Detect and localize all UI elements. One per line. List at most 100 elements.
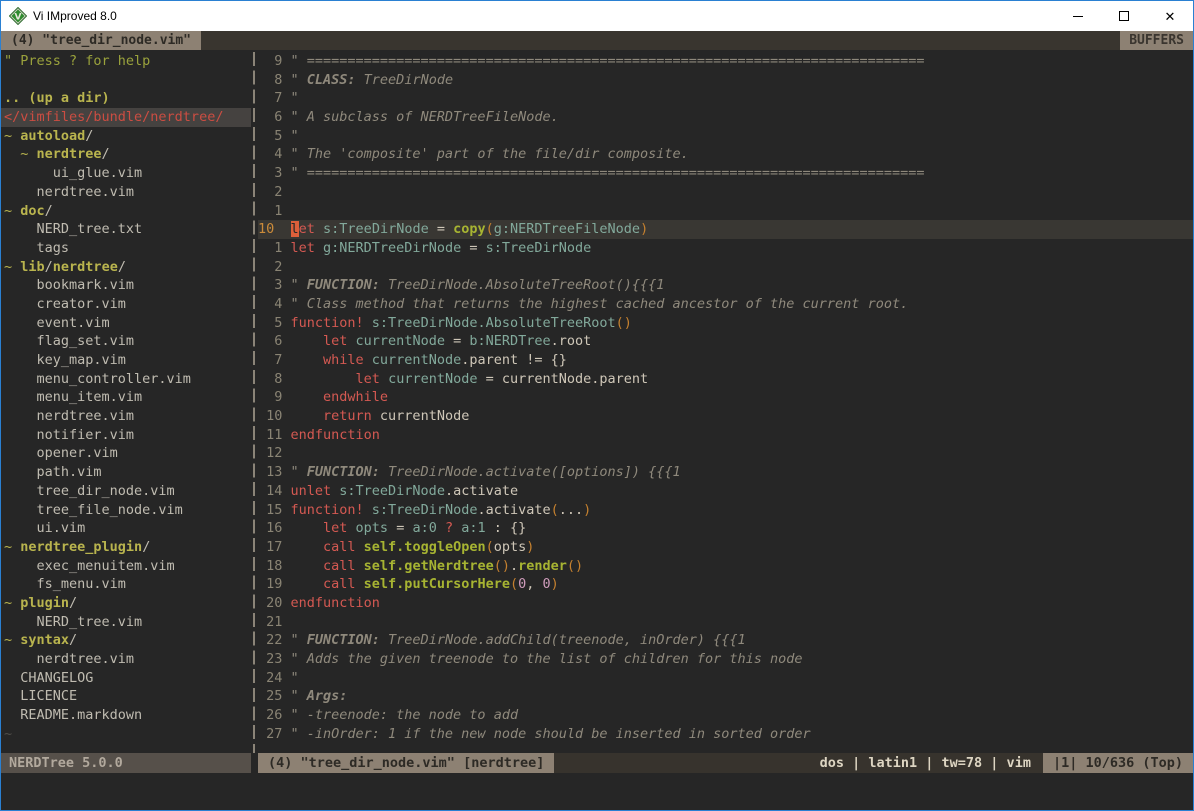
code-line[interactable]: 2 xyxy=(258,258,1193,277)
tree-item[interactable]: nerdtree.vim xyxy=(1,183,251,202)
tree-item[interactable]: bookmark.vim xyxy=(1,276,251,295)
code-line[interactable]: 17 call self.toggleOpen(opts) xyxy=(258,538,1193,557)
tree-item[interactable]: ~ syntax/ xyxy=(1,631,251,650)
code-line[interactable]: 1 xyxy=(258,202,1193,221)
code-line[interactable]: 2 xyxy=(258,183,1193,202)
code-line[interactable]: 5" xyxy=(258,127,1193,146)
tree-item[interactable]: NERD_tree.vim xyxy=(1,613,251,632)
tree-item[interactable]: event.vim xyxy=(1,314,251,333)
code-line[interactable]: 5function! s:TreeDirNode.AbsoluteTreeRoo… xyxy=(258,314,1193,333)
code-line[interactable]: 1let g:NERDTreeDirNode = s:TreeDirNode xyxy=(258,239,1193,258)
code-line[interactable]: 27" -inOrder: 1 if the new node should b… xyxy=(258,725,1193,744)
tree-item[interactable]: ~ nerdtree/ xyxy=(1,145,251,164)
tree-item[interactable]: ~ autoload/ xyxy=(1,127,251,146)
code-line[interactable]: 3" FUNCTION: TreeDirNode.AbsoluteTreeRoo… xyxy=(258,276,1193,295)
tree-item[interactable]: ~ xyxy=(1,725,251,744)
code-line[interactable]: 11endfunction xyxy=(258,426,1193,445)
tree-item[interactable]: .. (up a dir) xyxy=(1,89,251,108)
line-number: 24 xyxy=(258,669,282,688)
minimize-button[interactable] xyxy=(1055,1,1101,31)
code-line[interactable]: 21 xyxy=(258,613,1193,632)
tree-item[interactable]: ui_glue.vim xyxy=(1,164,251,183)
tree-item[interactable]: </vimfiles/bundle/nerdtree/ xyxy=(1,108,251,127)
code-line[interactable]: 9" =====================================… xyxy=(258,52,1193,71)
code-line[interactable]: 9 endwhile xyxy=(258,388,1193,407)
code-line[interactable]: 25" Args: xyxy=(258,687,1193,706)
code-line[interactable]: 23" Adds the given treenode to the list … xyxy=(258,650,1193,669)
code-line[interactable]: 10let s:TreeDirNode = copy(g:NERDTreeFil… xyxy=(258,220,1193,239)
code-line[interactable]: 24" xyxy=(258,669,1193,688)
tree-item[interactable]: ~ nerdtree_plugin/ xyxy=(1,538,251,557)
tree-item[interactable]: LICENCE xyxy=(1,687,251,706)
code-line[interactable]: 7" xyxy=(258,89,1193,108)
statusline-position: |1| 10/636 (Top) xyxy=(1043,753,1193,773)
code-line[interactable]: 19 call self.putCursorHere(0, 0) xyxy=(258,575,1193,594)
code-line[interactable]: 10 return currentNode xyxy=(258,407,1193,426)
line-number: 8 xyxy=(258,370,282,389)
tree-item[interactable]: exec_menuitem.vim xyxy=(1,557,251,576)
tabline-fill xyxy=(201,31,1120,50)
statusline-fileinfo: dos | latin1 | tw=78 | vim xyxy=(820,753,1043,773)
code-line[interactable]: 20endfunction xyxy=(258,594,1193,613)
tree-item[interactable]: nerdtree.vim xyxy=(1,407,251,426)
code-line[interactable]: 7 while currentNode.parent != {} xyxy=(258,351,1193,370)
code-line[interactable]: 8 let currentNode = currentNode.parent xyxy=(258,370,1193,389)
code-line[interactable]: 26" -treenode: the node to add xyxy=(258,706,1193,725)
tree-item[interactable]: menu_controller.vim xyxy=(1,370,251,389)
tree-item[interactable]: flag_set.vim xyxy=(1,332,251,351)
tree-item[interactable]: " Press ? for help xyxy=(1,52,251,71)
tree-item[interactable]: path.vim xyxy=(1,463,251,482)
code-line[interactable]: 18 call self.getNerdtree().render() xyxy=(258,557,1193,576)
maximize-button[interactable] xyxy=(1101,1,1147,31)
nerdtree-panel: " Press ? for help .. (up a dir)</vimfile… xyxy=(1,50,251,753)
code-line[interactable]: 13" FUNCTION: TreeDirNode.activate([opti… xyxy=(258,463,1193,482)
line-number: 26 xyxy=(258,706,282,725)
tree-item[interactable]: key_map.vim xyxy=(1,351,251,370)
command-line xyxy=(1,773,1193,810)
code-line[interactable]: 12 xyxy=(258,444,1193,463)
code-line[interactable]: 6" A subclass of NERDTreeFileNode. xyxy=(258,108,1193,127)
line-number: 3 xyxy=(258,276,282,295)
tree-item[interactable]: CHANGELOG xyxy=(1,669,251,688)
tree-item[interactable] xyxy=(1,71,251,90)
code-line[interactable]: 16 let opts = a:0 ? a:1 : {} xyxy=(258,519,1193,538)
line-number: 21 xyxy=(258,613,282,632)
tree-item[interactable]: creator.vim xyxy=(1,295,251,314)
code-line[interactable]: 8" CLASS: TreeDirNode xyxy=(258,71,1193,90)
tree-item[interactable]: tree_dir_node.vim xyxy=(1,482,251,501)
main-area: " Press ? for help .. (up a dir)</vimfile… xyxy=(1,50,1193,753)
titlebar: V Vi IMproved 8.0 ✕ xyxy=(1,1,1193,31)
tree-item[interactable]: ~ doc/ xyxy=(1,202,251,221)
line-number: 14 xyxy=(258,482,282,501)
tree-item[interactable]: NERD_tree.txt xyxy=(1,220,251,239)
tree-item[interactable]: notifier.vim xyxy=(1,426,251,445)
code-line[interactable]: 4" The 'composite' part of the file/dir … xyxy=(258,145,1193,164)
statusline-fill xyxy=(554,753,819,773)
line-number: 3 xyxy=(258,164,282,183)
code-line[interactable]: 14unlet s:TreeDirNode.activate xyxy=(258,482,1193,501)
tree-item[interactable]: README.markdown xyxy=(1,706,251,725)
close-button[interactable]: ✕ xyxy=(1147,1,1193,31)
tree-item[interactable]: ~ lib/nerdtree/ xyxy=(1,258,251,277)
code-line[interactable]: 4" Class method that returns the highest… xyxy=(258,295,1193,314)
tree-item[interactable]: ui.vim xyxy=(1,519,251,538)
line-number: 1 xyxy=(258,202,282,221)
svg-text:V: V xyxy=(15,13,22,23)
line-number: 7 xyxy=(258,89,282,108)
line-number: 10 xyxy=(258,407,282,426)
code-line[interactable]: 3" =====================================… xyxy=(258,164,1193,183)
tree-item[interactable]: ~ plugin/ xyxy=(1,594,251,613)
tree-item[interactable]: opener.vim xyxy=(1,444,251,463)
buffers-label: BUFFERS xyxy=(1120,31,1193,50)
tab-tree-dir-node[interactable]: (4) "tree_dir_node.vim" xyxy=(1,31,201,50)
tree-item[interactable]: fs_menu.vim xyxy=(1,575,251,594)
code-line[interactable]: 6 let currentNode = b:NERDTree.root xyxy=(258,332,1193,351)
tree-item[interactable]: tags xyxy=(1,239,251,258)
code-line[interactable]: 22" FUNCTION: TreeDirNode.addChild(treen… xyxy=(258,631,1193,650)
window-split-separator[interactable] xyxy=(251,50,258,753)
close-icon: ✕ xyxy=(1165,10,1176,23)
tree-item[interactable]: nerdtree.vim xyxy=(1,650,251,669)
code-line[interactable]: 15function! s:TreeDirNode.activate(...) xyxy=(258,501,1193,520)
tree-item[interactable]: menu_item.vim xyxy=(1,388,251,407)
tree-item[interactable]: tree_file_node.vim xyxy=(1,501,251,520)
